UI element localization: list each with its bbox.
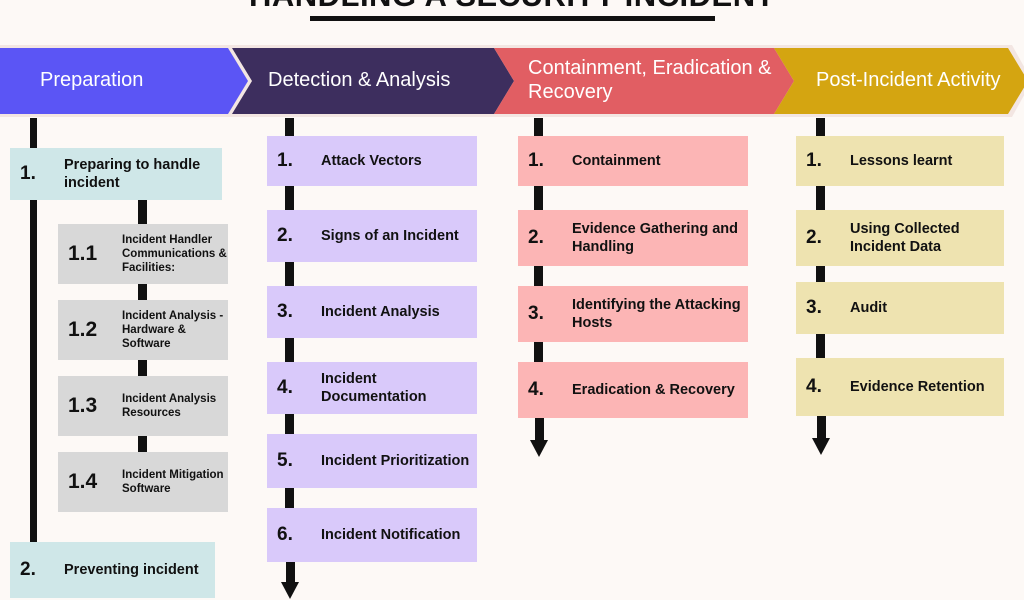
substep-box[interactable]: 1.3 Incident Analysis Resources: [58, 376, 228, 436]
step-label: Lessons learnt: [850, 152, 953, 169]
step-number: 4.: [277, 377, 293, 398]
step-label: Incident Documentation: [321, 370, 427, 405]
step-number: 4.: [806, 376, 822, 397]
step-box[interactable]: 1. Lessons learnt: [796, 136, 1004, 186]
page-title: HANDLING A SECURITY INCIDENT: [0, 0, 1024, 14]
step-number: 3.: [277, 301, 293, 322]
connector-line: [285, 488, 294, 508]
connector-line: [285, 262, 294, 286]
banner-phase-containment[interactable]: Containment, Eradication & Recovery: [494, 48, 794, 114]
substep-label: Incident Analysis Resources: [122, 392, 217, 419]
step-label: Audit: [850, 299, 888, 316]
connector-line: [534, 118, 543, 136]
step-number: 1.: [20, 163, 36, 184]
step-number: 5.: [277, 450, 293, 471]
step-box[interactable]: 1. Preparing to handle incident: [10, 148, 222, 200]
step-box[interactable]: 2. Evidence Gathering and Handling: [518, 210, 748, 266]
step-label: Incident Notification: [321, 526, 461, 543]
banner-label-preparation: Preparation: [40, 69, 144, 92]
connector-line: [816, 186, 825, 210]
step-number: 2.: [528, 227, 544, 248]
step-number: 1.: [806, 150, 822, 171]
connector-line: [138, 200, 147, 224]
substep-box[interactable]: 1.1 Incident Handler Communications & Fa…: [58, 224, 228, 284]
connector-line: [816, 118, 825, 136]
step-label: Eradication & Recovery: [572, 381, 735, 398]
connector-line: [285, 414, 294, 434]
substep-number: 1.1: [68, 242, 98, 265]
substep-label: Incident Handler Communications & Facili…: [122, 233, 227, 274]
step-number: 4.: [528, 379, 544, 400]
banner-phase-detection[interactable]: Detection & Analysis: [232, 48, 514, 114]
step-number: 1.: [528, 150, 544, 171]
connector-line: [138, 436, 147, 452]
title-underline: [310, 16, 715, 21]
step-label: Identifying the Attacking Hosts: [572, 296, 741, 331]
substep-box[interactable]: 1.4 Incident Mitigation Software: [58, 452, 228, 512]
step-label: Signs of an Incident: [321, 227, 459, 244]
step-box[interactable]: 6. Incident Notification: [267, 508, 477, 562]
step-number: 3.: [528, 303, 544, 324]
step-box[interactable]: 5. Incident Prioritization: [267, 434, 477, 488]
step-label: Incident Prioritization: [321, 452, 470, 469]
connector-line: [816, 334, 825, 358]
connector-line: [534, 186, 543, 210]
phase-banner: Preparation Detection & Analysis Contain…: [0, 45, 1024, 117]
connector-line: [30, 200, 37, 542]
step-label: Evidence Retention: [850, 378, 985, 395]
step-number: 2.: [806, 227, 822, 248]
step-label: Evidence Gathering and Handling: [572, 220, 738, 255]
connector-line: [816, 266, 825, 282]
connector-line: [138, 284, 147, 300]
step-label: Incident Analysis: [321, 303, 440, 320]
substep-number: 1.3: [68, 394, 98, 417]
connector-line: [285, 338, 294, 362]
step-box[interactable]: 1. Attack Vectors: [267, 136, 477, 186]
banner-phase-preparation[interactable]: Preparation: [0, 48, 248, 114]
step-box[interactable]: 2. Preventing incident: [10, 542, 215, 598]
step-box[interactable]: 2. Using Collected Incident Data: [796, 210, 1004, 266]
step-box[interactable]: 3. Incident Analysis: [267, 286, 477, 338]
step-label: Preparing to handle incident: [64, 156, 201, 191]
step-label: Preventing incident: [64, 561, 199, 578]
step-box[interactable]: 2. Signs of an Incident: [267, 210, 477, 262]
connector-line: [534, 342, 543, 362]
connector-line: [285, 186, 294, 210]
connector-line: [534, 266, 543, 286]
step-label: Using Collected Incident Data: [850, 220, 960, 255]
substep-number: 1.4: [68, 470, 98, 493]
connector-line: [285, 118, 294, 136]
step-box[interactable]: 4. Eradication & Recovery: [518, 362, 748, 418]
connector-line: [30, 118, 37, 150]
step-number: 1.: [277, 150, 293, 171]
step-box[interactable]: 3. Audit: [796, 282, 1004, 334]
banner-label-containment: Containment, Eradication & Recovery: [528, 57, 772, 103]
connector-line: [138, 360, 147, 376]
step-number: 2.: [20, 559, 36, 580]
step-number: 6.: [277, 524, 293, 545]
banner-label-post-incident: Post-Incident Activity: [816, 69, 1001, 92]
infographic-canvas: HANDLING A SECURITY INCIDENT Preparation…: [0, 0, 1024, 600]
step-box[interactable]: 4. Evidence Retention: [796, 358, 1004, 416]
step-label: Containment: [572, 152, 661, 169]
substep-number: 1.2: [68, 318, 98, 341]
step-box[interactable]: 1. Containment: [518, 136, 748, 186]
banner-label-detection: Detection & Analysis: [268, 69, 451, 92]
substep-label: Incident Mitigation Software: [122, 468, 224, 495]
step-box[interactable]: 3. Identifying the Attacking Hosts: [518, 286, 748, 342]
step-number: 3.: [806, 297, 822, 318]
banner-phase-post-incident[interactable]: Post-Incident Activity: [774, 48, 1024, 114]
substep-label: Incident Analysis - Hardware & Software: [122, 309, 224, 350]
substep-box[interactable]: 1.2 Incident Analysis - Hardware & Softw…: [58, 300, 228, 360]
step-number: 2.: [277, 225, 293, 246]
step-label: Attack Vectors: [321, 152, 422, 169]
step-box[interactable]: 4. Incident Documentation: [267, 362, 477, 414]
